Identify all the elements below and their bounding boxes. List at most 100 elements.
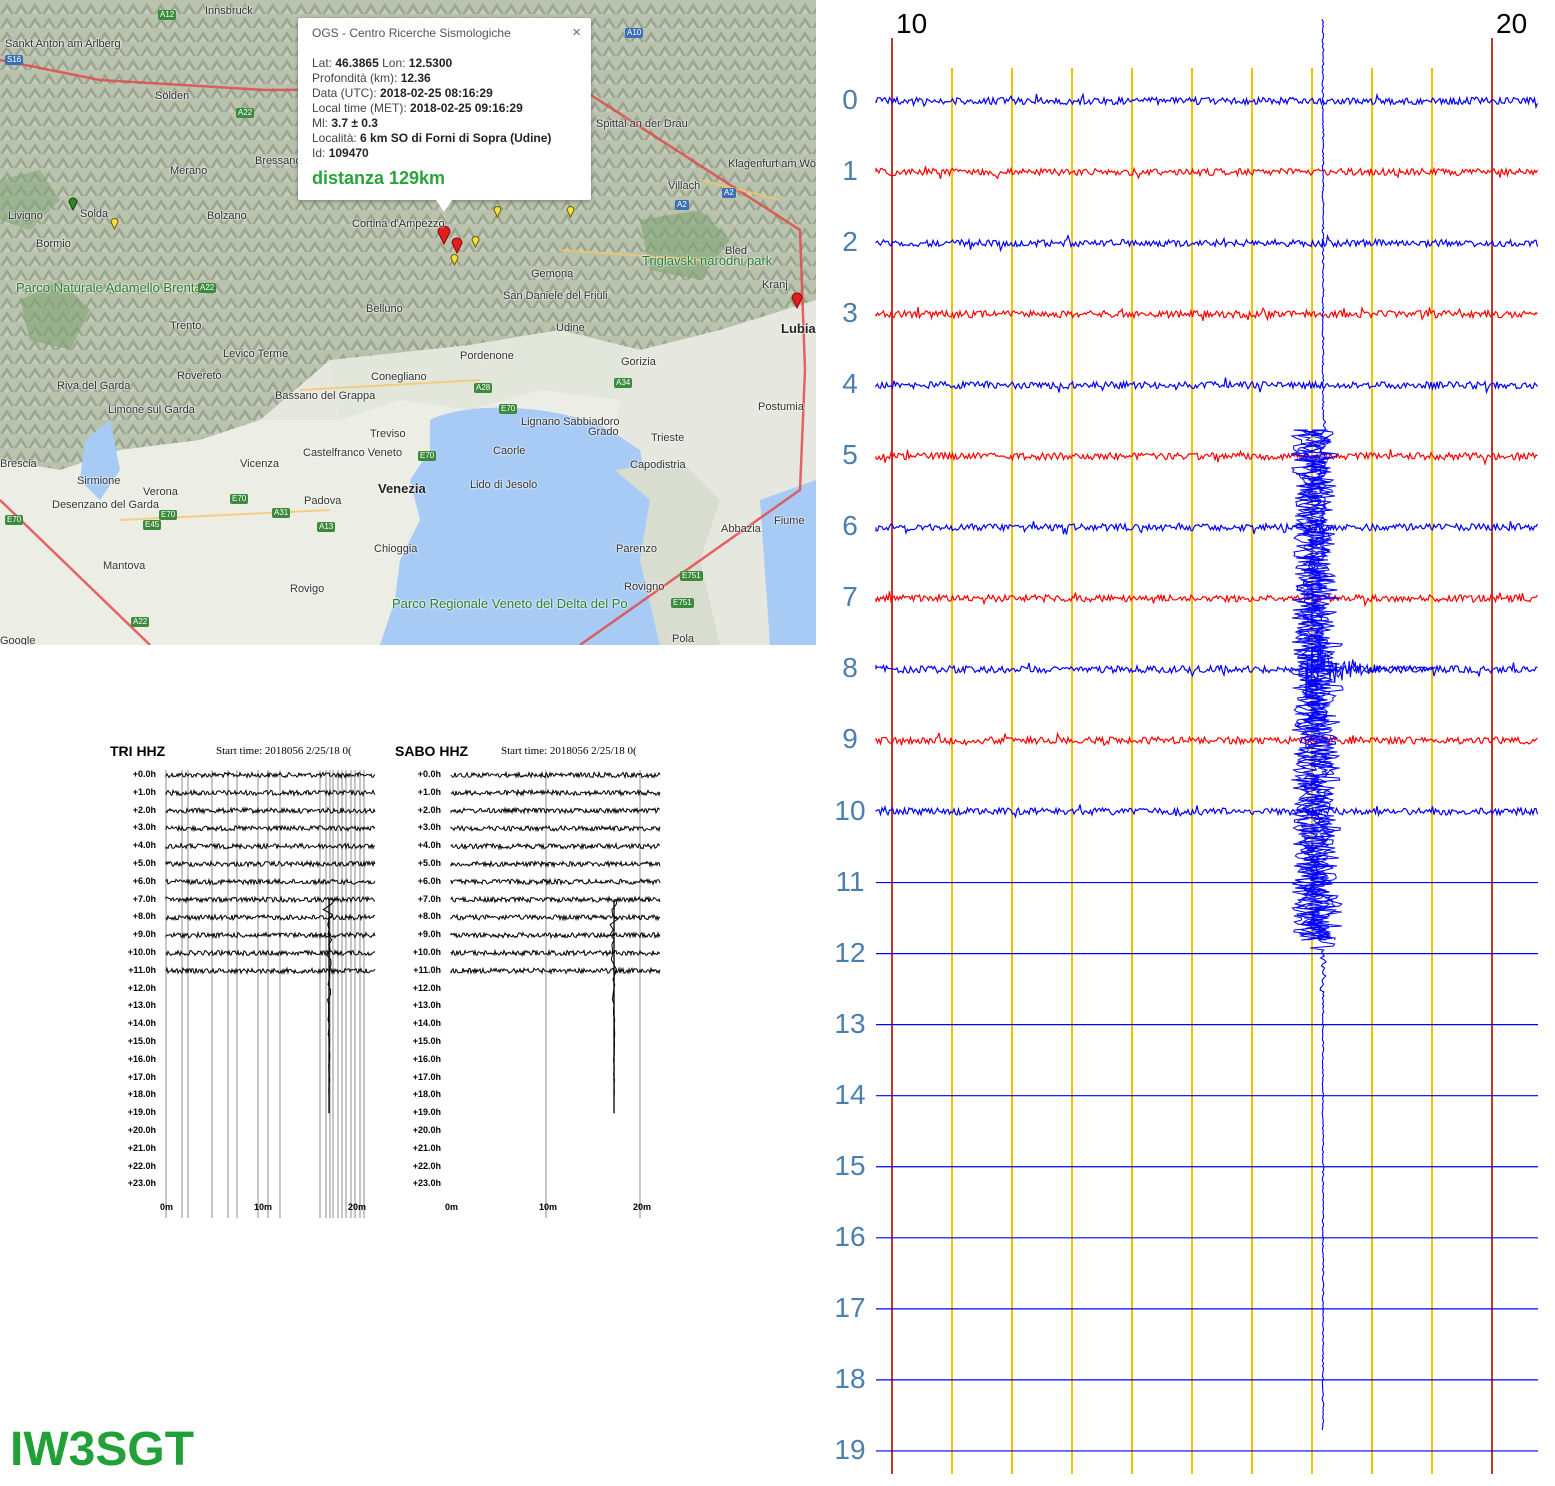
road-shield: S16 xyxy=(5,55,24,65)
map-place-label: Chioggia xyxy=(374,543,418,555)
map-panel[interactable]: Innsbruck Sankt Anton am Arlberg Sölden Mer… xyxy=(0,0,816,645)
road-shield: E70 xyxy=(418,451,437,461)
heli-trace xyxy=(875,92,1539,110)
map-place-label: Rovereto xyxy=(177,370,222,382)
thumb-trace xyxy=(450,931,661,940)
thumb-x-label: 10m xyxy=(539,1202,558,1212)
thumb-hour-label: +5.0h xyxy=(132,858,156,868)
map-place-label: Parenzo xyxy=(616,543,657,555)
map-place-label: Conegliano xyxy=(371,371,427,383)
thumb-hour-label: +20.0h xyxy=(127,1125,156,1135)
map-place-label: Bormio xyxy=(36,238,71,250)
thumb-hour-label: +23.0h xyxy=(127,1178,156,1189)
map-place-label: Brescia xyxy=(0,458,37,470)
close-icon[interactable]: × xyxy=(572,24,581,41)
map-place-label: Spittal an der Drau xyxy=(596,118,688,130)
map-place-label: Pordenone xyxy=(460,350,514,362)
heli-trace xyxy=(875,662,1538,678)
heli-trace xyxy=(875,166,1539,180)
thumb-x-label: 20m xyxy=(633,1202,652,1212)
thumb-hour-label: +3.0h xyxy=(132,822,156,833)
hour-row-label: 0 xyxy=(842,84,858,115)
thumb-hour-label: +1.0h xyxy=(132,786,156,797)
thumb-trace xyxy=(165,824,376,833)
thumb-trace xyxy=(165,948,376,957)
thumb-hour-label: +20.0h xyxy=(412,1125,441,1135)
thumb-hour-label: +6.0h xyxy=(417,875,441,886)
heli-trace xyxy=(875,731,1538,747)
thumb-hour-label: +3.0h xyxy=(417,822,441,833)
map-place-label: Triglavski narodni park xyxy=(642,253,773,268)
thumb-hour-label: +11.0h xyxy=(128,964,156,975)
hour-row-label: 4 xyxy=(842,368,858,400)
map-place-label: Livigno xyxy=(8,210,43,222)
map-place-label: Castelfranco Veneto xyxy=(303,447,403,459)
thumb-hour-label: +12.0h xyxy=(412,982,441,993)
thumb-hour-label: +12.0h xyxy=(127,982,156,993)
road-shield: A2 xyxy=(722,188,736,198)
thumb-hour-label: +4.0h xyxy=(417,840,441,851)
popup-details: Lat: 46.3865 Lon: 12.5300 Profondità (km… xyxy=(312,56,552,160)
map-place-label: Cortina d'Ampezzo xyxy=(352,218,445,230)
thumb-hour-label: +2.0h xyxy=(132,804,156,815)
map-place-label: Lubia xyxy=(781,321,816,336)
magnitude-value: 3.7 ± 0.3 xyxy=(331,116,378,130)
thumb-hour-label: +23.0h xyxy=(412,1178,441,1189)
thumb-hour-label: +13.0h xyxy=(412,1000,441,1011)
map-place-label: Kranj xyxy=(762,279,788,291)
thumb-trace xyxy=(450,806,661,815)
map-place-label: Udine xyxy=(556,322,585,334)
hour-row-label: 18 xyxy=(834,1362,866,1394)
heli-trace xyxy=(875,233,1539,253)
map-place-label: Solda xyxy=(80,208,109,220)
helicorder-traces xyxy=(875,19,1539,1474)
thumb-hour-label: +16.0h xyxy=(127,1053,156,1064)
road-shield: E70 xyxy=(499,404,518,414)
helicorder-panel: 10 20 0 1 2 3 4 5 6 7 8 9 10 11 12 13 14 15 16 17 18 19 xyxy=(816,0,1555,1486)
thumb-hour-label: +13.0h xyxy=(127,1000,156,1011)
road-shield: E751 xyxy=(680,571,703,581)
thumb-hour-label: +19.0h xyxy=(127,1107,156,1118)
popup-title: OGS - Centro Ricerche Sismologiche xyxy=(312,26,511,40)
utc-value: 2018-02-25 08:16:29 xyxy=(380,86,493,100)
road-shield: A22 xyxy=(198,283,217,293)
map-place-label: Grado xyxy=(588,426,619,438)
map-place-label: Lido di Jesolo xyxy=(470,479,538,491)
hour-row-label: 6 xyxy=(842,510,858,542)
hour-row-label: 7 xyxy=(842,581,858,613)
hour-row-label: 3 xyxy=(842,297,858,329)
map-place-label: Trento xyxy=(170,320,202,332)
depth-value: 12.36 xyxy=(400,71,431,85)
thumb-trace xyxy=(165,877,376,887)
road-shield: A13 xyxy=(317,522,336,532)
map-place-label: Parco Regionale Veneto del Delta del Po xyxy=(392,596,628,611)
map-place-label: Mantova xyxy=(103,560,146,572)
thumb-hour-label: +7.0h xyxy=(417,893,441,904)
thumb-hour-label: +0.0h xyxy=(417,769,441,779)
thumb-hour-label: +19.0h xyxy=(412,1107,441,1118)
thumb-helicorder-tri: TRI HHZ Start time: 2018056 2/25/18 0( +… xyxy=(108,740,383,1220)
map-place-label: Riva del Garda xyxy=(57,380,131,392)
thumb-hour-label: +18.0h xyxy=(127,1089,156,1100)
road-shield: A22 xyxy=(236,108,255,118)
callsign-label: IW3SGT xyxy=(10,1423,195,1476)
map-place-label: Klagenfurt am Wörthersee xyxy=(728,158,816,170)
thumb-hour-label: +5.0h xyxy=(417,858,441,868)
thumb-hour-label: +17.0h xyxy=(412,1071,441,1082)
lat-value: 46.3865 xyxy=(335,56,379,70)
map-place-label: Belluno xyxy=(366,303,403,315)
thumb-hour-label: +11.0h xyxy=(413,964,441,975)
hour-row-label: 19 xyxy=(834,1433,866,1465)
hour-row-label: 8 xyxy=(842,652,858,684)
location-value: 6 km SO di Forni di Sopra (Udine) xyxy=(360,131,552,145)
thumb-hour-label: +10.0h xyxy=(412,947,441,957)
lon-value: 12.5300 xyxy=(408,56,453,70)
thumb-hour-label: +10.0h xyxy=(127,947,156,957)
thumb-hour-label: +4.0h xyxy=(132,840,156,851)
heli-trace xyxy=(875,306,1538,322)
thumb-hour-label: +22.0h xyxy=(127,1160,156,1171)
map-place-label: Levico Terme xyxy=(223,348,289,360)
hour-row-label: 13 xyxy=(834,1007,866,1039)
thumb-trace xyxy=(450,948,661,958)
road-shield: A28 xyxy=(474,383,493,393)
